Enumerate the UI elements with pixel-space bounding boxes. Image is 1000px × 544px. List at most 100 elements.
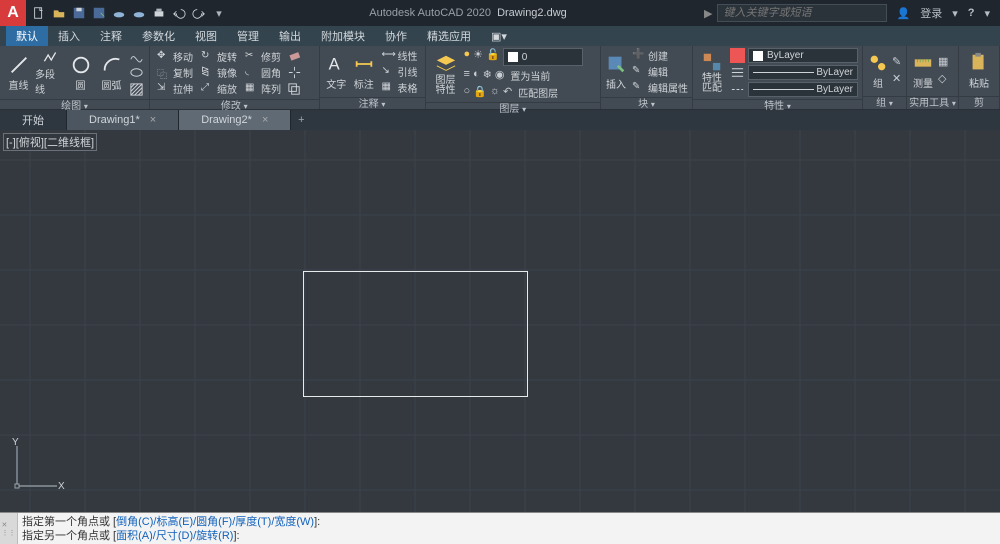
person-icon[interactable]: 👤 — [897, 7, 911, 20]
group-button[interactable]: 组 — [867, 48, 889, 94]
text-button[interactable]: A文字 — [324, 49, 350, 95]
qat-dropdown-icon[interactable]: ▾ — [210, 4, 228, 22]
linetype-icon[interactable] — [730, 82, 745, 97]
login-button[interactable]: 登录 — [920, 5, 942, 21]
tab-addins[interactable]: 附加模块 — [311, 26, 375, 46]
expand-icon[interactable]: ▾ — [651, 100, 655, 109]
tab-manage[interactable]: 管理 — [227, 26, 269, 46]
block-edit-button[interactable]: ✎编辑 — [629, 64, 691, 79]
tab-overflow-icon[interactable]: ▣▾ — [481, 28, 517, 45]
trim-button[interactable]: ✂修剪 — [242, 49, 284, 64]
layer-make-icon[interactable]: ≡ — [464, 68, 470, 83]
color-select[interactable]: ByLayer — [748, 48, 858, 63]
linear-button[interactable]: ⟷线性 — [379, 48, 421, 63]
spline-icon[interactable] — [129, 48, 144, 63]
close-icon[interactable]: × — [262, 114, 268, 126]
color-icon[interactable] — [730, 48, 745, 63]
tab-drawing1[interactable]: Drawing1*× — [67, 110, 179, 130]
layer-lightbulb-icon[interactable]: ● — [464, 48, 471, 66]
linetype-select[interactable]: ByLayer — [748, 82, 858, 97]
expand-icon[interactable]: ▾ — [787, 102, 791, 111]
insert-block-button[interactable]: 插入 — [605, 49, 627, 95]
block-create-button[interactable]: ➕创建 — [629, 48, 691, 63]
expand-icon[interactable]: ▾ — [889, 99, 893, 108]
command-handle-icon[interactable]: ✕⋮⋮ — [0, 513, 18, 544]
rectangle-object[interactable] — [303, 271, 528, 397]
tab-output[interactable]: 输出 — [269, 26, 311, 46]
command-line[interactable]: ✕⋮⋮ 指定第一个角点或 [倒角(C)/标高(E)/圆角(F)/厚度(T)/宽度… — [0, 512, 1000, 544]
tab-default[interactable]: 默认 — [6, 26, 48, 46]
tab-collab[interactable]: 协作 — [375, 26, 417, 46]
tab-featured[interactable]: 精选应用 — [417, 26, 481, 46]
print-icon[interactable] — [150, 4, 168, 22]
match-props-button[interactable]: 特性匹配 — [697, 50, 727, 96]
new-icon[interactable] — [30, 4, 48, 22]
stretch-button[interactable]: ⇲拉伸 — [154, 81, 196, 96]
cloud-open-icon[interactable] — [110, 4, 128, 22]
mirror-button[interactable]: ⧎镜像 — [198, 65, 240, 80]
table-button[interactable]: ▦表格 — [379, 80, 421, 95]
layer-sun-icon[interactable]: ☀ — [473, 48, 483, 66]
layer-off-icon[interactable]: ○ — [464, 85, 471, 100]
lineweight-select[interactable]: ByLayer — [748, 65, 858, 80]
layer-prev-icon[interactable]: ↶ — [503, 85, 512, 100]
viewport-label[interactable]: [-][俯视][二维线框] — [3, 133, 97, 151]
move-button[interactable]: ✥移动 — [154, 49, 196, 64]
expand-icon[interactable]: ▾ — [381, 100, 385, 109]
paste-button[interactable]: 粘贴 — [963, 48, 995, 94]
drawing-canvas[interactable]: [-][俯视][二维线框] X Y — [0, 130, 1000, 512]
explode-icon[interactable] — [287, 65, 302, 80]
undo-icon[interactable] — [170, 4, 188, 22]
rotate-button[interactable]: ↻旋转 — [198, 49, 240, 64]
redo-icon[interactable] — [190, 4, 208, 22]
fillet-button[interactable]: ◟圆角 — [242, 65, 284, 80]
offset-icon[interactable] — [287, 82, 302, 97]
saveas-icon[interactable] — [90, 4, 108, 22]
arc-button[interactable]: 圆弧 — [97, 50, 126, 96]
layer-lock2-icon[interactable]: 🔒 — [473, 85, 487, 100]
erase-icon[interactable] — [287, 48, 302, 63]
help-icon[interactable]: ? — [968, 7, 975, 19]
circle-button[interactable]: 圆 — [66, 50, 95, 96]
measure-button[interactable]: 测量 — [911, 48, 935, 94]
app-logo[interactable]: A — [0, 0, 26, 26]
calc-icon[interactable]: ▦ — [938, 55, 953, 70]
ellipse-icon[interactable] — [129, 65, 144, 80]
point-icon[interactable]: ◇ — [938, 72, 953, 87]
tab-insert[interactable]: 插入 — [48, 26, 90, 46]
leader-button[interactable]: ↘引线 — [379, 64, 421, 79]
tab-drawing2[interactable]: Drawing2*× — [179, 110, 291, 130]
layer-thaw-icon[interactable]: ☼ — [490, 85, 500, 100]
window-controls[interactable]: ▾ — [984, 7, 990, 20]
layer-frz-icon[interactable]: ❄ — [483, 68, 492, 83]
expand-icon[interactable]: ▾ — [522, 105, 526, 114]
tab-start[interactable]: 开始 — [0, 110, 67, 130]
block-editattr-button[interactable]: ✎编辑属性 — [629, 80, 691, 95]
tab-view[interactable]: 视图 — [185, 26, 227, 46]
layer-select[interactable]: 0 — [503, 48, 583, 66]
copy-button[interactable]: ⿻复制 — [154, 65, 196, 80]
basket-icon[interactable]: ▾ — [952, 7, 958, 20]
layer-current-button[interactable]: 置为当前 — [507, 68, 553, 83]
tab-annotate[interactable]: 注释 — [90, 26, 132, 46]
layer-lock-icon[interactable]: 🔓 — [486, 48, 500, 66]
hatch-icon[interactable] — [129, 82, 144, 97]
tab-parametric[interactable]: 参数化 — [132, 26, 185, 46]
cloud-save-icon[interactable] — [130, 4, 148, 22]
layer-match-button[interactable]: 匹配图层 — [515, 85, 561, 100]
polyline-button[interactable]: 多段线 — [35, 50, 64, 96]
ungroup-icon[interactable]: ✕ — [892, 72, 907, 87]
array-button[interactable]: ▦阵列 — [242, 81, 284, 96]
close-icon[interactable]: × — [150, 114, 156, 126]
layer-properties-button[interactable]: 图层特性 — [430, 51, 462, 97]
lineweight-icon[interactable] — [730, 65, 745, 80]
line-button[interactable]: 直线 — [4, 50, 33, 96]
save-icon[interactable] — [70, 4, 88, 22]
group-edit-icon[interactable]: ✎ — [892, 55, 907, 70]
dimension-button[interactable]: 标注 — [351, 49, 377, 95]
search-input[interactable] — [717, 4, 887, 22]
open-icon[interactable] — [50, 4, 68, 22]
layer-iso-icon[interactable]: ◐ — [473, 68, 480, 83]
new-tab-button[interactable]: + — [291, 110, 311, 130]
layer-on-icon[interactable]: ◉ — [495, 68, 505, 83]
